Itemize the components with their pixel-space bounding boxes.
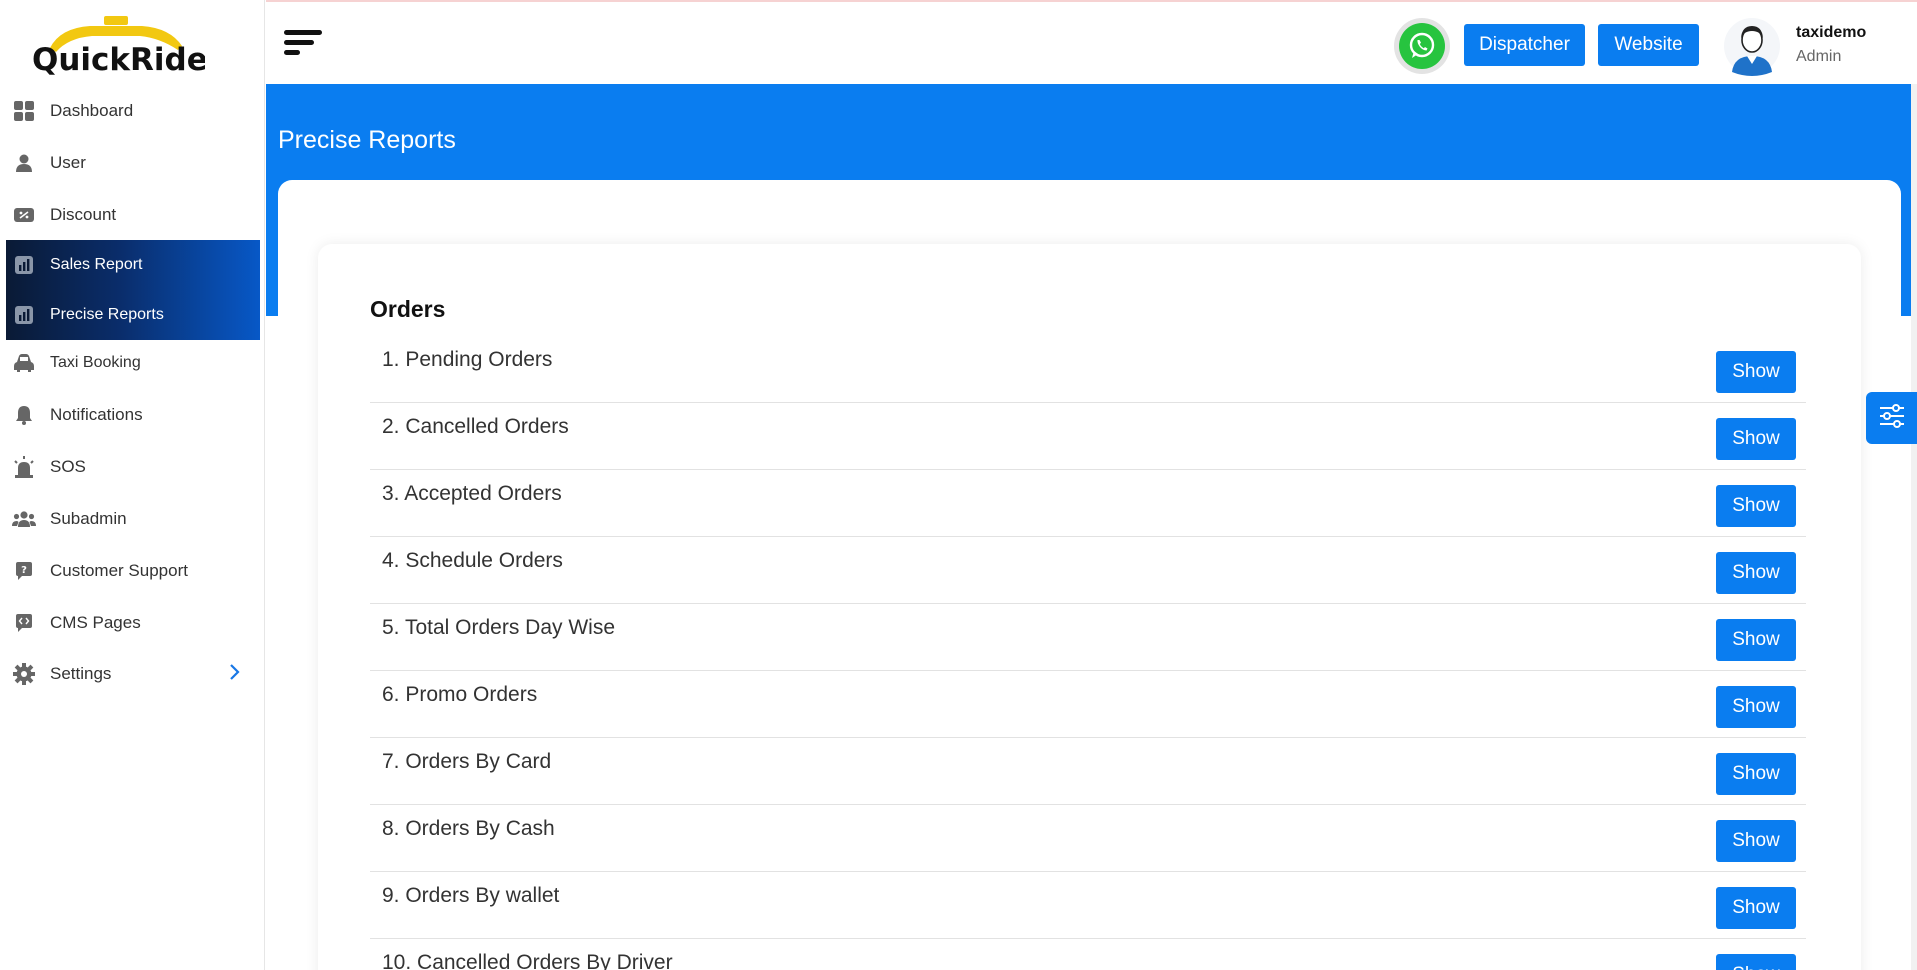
report-icon	[12, 303, 36, 327]
sidebar-item-notifications[interactable]: Notifications	[6, 390, 260, 440]
sidebar-item-discount[interactable]: Discount	[6, 190, 260, 240]
support-icon: ?	[12, 559, 36, 583]
order-report-label: 4. Schedule Orders	[382, 549, 563, 572]
app-root: QuickRides Dashboard User Discount	[0, 0, 1917, 970]
sidebar-item-label: Taxi Booking	[50, 354, 141, 371]
sidebar-item-customer-support[interactable]: ? Customer Support	[6, 546, 260, 596]
sidebar-item-label: Precise Reports	[50, 306, 164, 323]
svg-text:?: ?	[21, 565, 27, 576]
report-icon	[12, 253, 36, 277]
sidebar-item-taxi-booking[interactable]: Taxi Booking	[6, 338, 260, 388]
order-report-label: 1. Pending Orders	[382, 348, 553, 371]
order-report-label: 8. Orders By Cash	[382, 817, 555, 840]
menu-toggle-icon[interactable]	[284, 30, 324, 60]
list-item: 6. Promo Orders Show	[370, 671, 1806, 738]
show-button[interactable]: Show	[1716, 820, 1796, 862]
show-button[interactable]: Show	[1716, 351, 1796, 393]
chevron-right-icon	[228, 663, 240, 686]
order-report-label: 3. Accepted Orders	[382, 482, 562, 505]
user-role: Admin	[1796, 48, 1842, 65]
sidebar-item-sos[interactable]: SOS	[6, 442, 260, 492]
car-icon	[12, 351, 36, 375]
sidebar-item-label: User	[50, 153, 86, 172]
dispatcher-button[interactable]: Dispatcher	[1464, 24, 1585, 66]
order-report-label: 7. Orders By Card	[382, 750, 552, 773]
users-icon	[12, 507, 36, 531]
grid-icon	[12, 99, 36, 123]
sidebar-item-label: Sales Report	[50, 256, 143, 273]
list-item: 1. Pending Orders Show	[370, 336, 1806, 403]
sidebar-item-label: Discount	[50, 205, 117, 224]
section-title: Orders	[370, 296, 446, 322]
sidebar-item-label: SOS	[50, 457, 86, 476]
list-item: 5. Total Orders Day Wise Show	[370, 604, 1806, 671]
show-button[interactable]: Show	[1716, 954, 1796, 970]
topbar: Dispatcher Website taxidemo Admin	[266, 0, 1917, 84]
sidebar-item-label: Notifications	[50, 405, 143, 424]
show-button[interactable]: Show	[1716, 753, 1796, 795]
sliders-icon	[1878, 403, 1906, 434]
scrollbar[interactable]	[1911, 84, 1917, 970]
sidebar-item-settings[interactable]: Settings	[6, 649, 260, 699]
cms-icon	[12, 611, 36, 635]
discount-icon	[12, 203, 36, 227]
list-item: 3. Accepted Orders Show	[370, 470, 1806, 537]
sidebar-item-cms-pages[interactable]: CMS Pages	[6, 598, 260, 648]
sidebar-item-dashboard[interactable]: Dashboard	[6, 86, 260, 136]
sidebar-item-label: Subadmin	[50, 509, 127, 528]
show-button[interactable]: Show	[1716, 686, 1796, 728]
list-item: 7. Orders By Card Show	[370, 738, 1806, 805]
list-item: 2. Cancelled Orders Show	[370, 403, 1806, 470]
user-name: taxidemo	[1796, 24, 1867, 41]
whatsapp-button[interactable]	[1394, 18, 1450, 74]
order-report-label: 5. Total Orders Day Wise	[382, 616, 616, 639]
list-item: 10. Cancelled Orders By Driver Show	[370, 939, 1806, 970]
sidebar-item-label: Dashboard	[50, 101, 134, 120]
svg-text:QuickRides: QuickRides	[32, 42, 205, 78]
whatsapp-icon	[1399, 23, 1445, 69]
sidebar: QuickRides Dashboard User Discount	[0, 0, 265, 970]
list-item: 9. Orders By wallet Show	[370, 872, 1806, 939]
order-report-label: 2. Cancelled Orders	[382, 415, 569, 438]
page-title: Precise Reports	[278, 126, 456, 154]
sidebar-item-label: CMS Pages	[50, 613, 141, 632]
bell-icon	[12, 403, 36, 427]
sidebar-item-sales-report[interactable]: Sales Report	[6, 240, 260, 290]
sidebar-item-label: Customer Support	[50, 561, 188, 580]
website-button[interactable]: Website	[1598, 24, 1699, 66]
sidebar-item-subadmin[interactable]: Subadmin	[6, 494, 260, 544]
sidebar-item-precise-reports[interactable]: Precise Reports	[6, 290, 260, 340]
list-item: 8. Orders By Cash Show	[370, 805, 1806, 872]
sidebar-item-label: Settings	[50, 664, 112, 683]
user-icon	[12, 151, 36, 175]
alarm-icon	[12, 455, 36, 479]
show-button[interactable]: Show	[1716, 418, 1796, 460]
order-report-label: 10. Cancelled Orders By Driver	[382, 951, 673, 970]
list-item: 4. Schedule Orders Show	[370, 537, 1806, 604]
show-button[interactable]: Show	[1716, 552, 1796, 594]
sidebar-item-user[interactable]: User	[6, 138, 260, 188]
show-button[interactable]: Show	[1716, 485, 1796, 527]
show-button[interactable]: Show	[1716, 619, 1796, 661]
show-button[interactable]: Show	[1716, 887, 1796, 929]
order-report-label: 6. Promo Orders	[382, 683, 538, 706]
quickrides-logo[interactable]: QuickRides	[30, 10, 226, 80]
avatar[interactable]	[1722, 16, 1782, 76]
gear-icon	[12, 662, 36, 686]
customizer-toggle[interactable]	[1866, 392, 1917, 444]
order-report-label: 9. Orders By wallet	[382, 884, 560, 907]
